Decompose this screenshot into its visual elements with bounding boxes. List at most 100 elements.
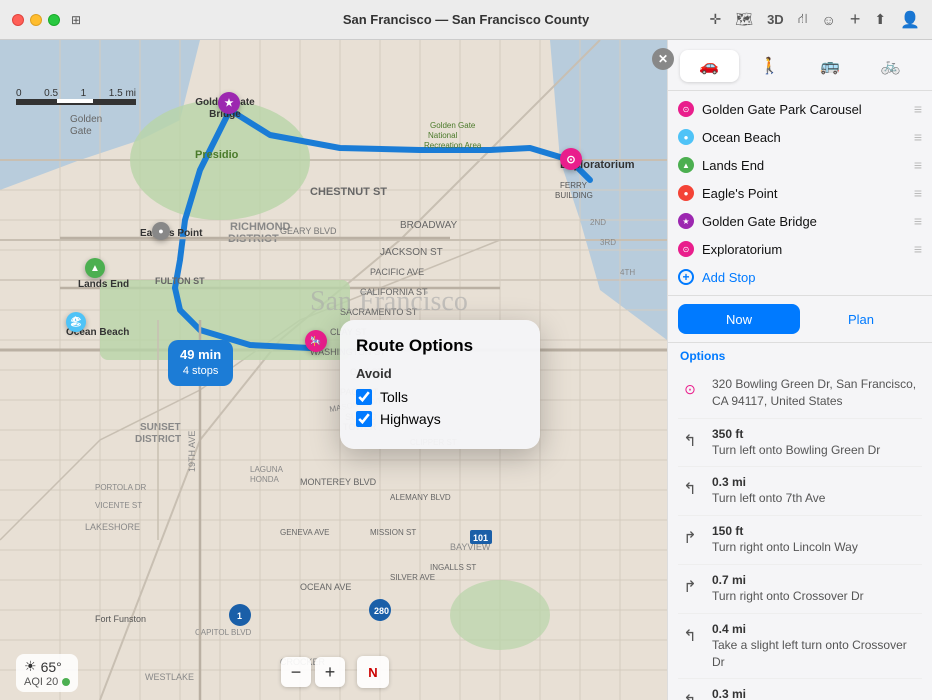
carousel-pin[interactable]: 🎠 <box>305 330 327 352</box>
drag-handle-eagles-point[interactable]: ≡ <box>914 185 922 201</box>
ocean-beach-pin[interactable]: 🏖 <box>66 312 86 332</box>
account-icon[interactable]: 👤 <box>900 10 920 30</box>
drag-handle-golden-gate-bridge[interactable]: ≡ <box>914 213 922 229</box>
stop-name-eagles-point: Eagle's Point <box>702 186 906 201</box>
svg-text:3RD: 3RD <box>600 238 616 247</box>
panel-close-button[interactable]: ✕ <box>652 48 674 70</box>
stop-dot-ocean-beach: ● <box>678 129 694 145</box>
stop-name-lands-end: Lands End <box>702 158 906 173</box>
layers-icon[interactable]: ⛙ <box>798 10 808 29</box>
maximize-button[interactable] <box>48 14 60 26</box>
direction-text-2: Turn left onto 7th Ave <box>712 490 922 507</box>
3d-label[interactable]: 3D <box>767 12 784 27</box>
stop-item-lands-end[interactable]: ▲ Lands End ≡ <box>668 151 932 179</box>
zoom-plus-button[interactable]: + <box>315 657 345 687</box>
svg-text:FERRY: FERRY <box>560 181 588 190</box>
direction-dist-6: 0.3 mi <box>712 687 922 700</box>
map-container[interactable]: FULTON ST CHESTNUT ST BROADWAY JACKSON S… <box>0 40 667 700</box>
drag-handle-carousel[interactable]: ≡ <box>914 101 922 117</box>
tab-drive[interactable]: 🚗 <box>680 50 739 82</box>
svg-text:Lands End: Lands End <box>78 279 129 290</box>
route-options-popup: Route Options Avoid Tolls Highways <box>340 320 540 449</box>
aqi-indicator <box>62 678 70 686</box>
stop-item-eagles-point[interactable]: ● Eagle's Point ≡ <box>668 179 932 207</box>
highways-checkbox[interactable] <box>356 411 372 427</box>
direction-text-1: Turn left onto Bowling Green Dr <box>712 442 922 459</box>
scale-label-05: 0.5 <box>44 88 58 99</box>
route-options-title: Route Options <box>356 336 524 356</box>
svg-text:1: 1 <box>237 611 242 621</box>
direction-content-5: 0.4 mi Take a slight left turn onto Cros… <box>712 622 922 671</box>
sidebar-toggle-icon[interactable]: ⊞ <box>68 12 84 28</box>
stop-dot-lands-end: ▲ <box>678 157 694 173</box>
traffic-lights <box>12 14 60 26</box>
svg-text:CAPITOL BLVD: CAPITOL BLVD <box>195 628 252 637</box>
svg-text:WESTLAKE: WESTLAKE <box>145 672 194 682</box>
tolls-option[interactable]: Tolls <box>356 389 524 405</box>
svg-text:SUNSET: SUNSET <box>140 422 181 433</box>
tolls-checkbox[interactable] <box>356 389 372 405</box>
tab-cycle[interactable]: 🚲 <box>862 50 921 82</box>
stop-item-exploratorium[interactable]: ⊙ Exploratorium ≡ <box>668 235 932 263</box>
golden-gate-bridge-pin[interactable]: ★ <box>218 92 240 114</box>
drag-handle-exploratorium[interactable]: ≡ <box>914 241 922 257</box>
close-button[interactable] <box>12 14 24 26</box>
drag-handle-ocean-beach[interactable]: ≡ <box>914 129 922 145</box>
svg-text:BUILDING: BUILDING <box>555 191 593 200</box>
exploratorium-pin[interactable]: ⊙ <box>560 148 582 170</box>
svg-text:MISSION ST: MISSION ST <box>370 528 416 537</box>
turn-left-icon-3: ↰ <box>678 689 702 700</box>
direction-item-3: ↱ 150 ft Turn right onto Lincoln Way <box>678 516 922 565</box>
eagles-point-pin[interactable]: ● <box>152 222 170 240</box>
temperature: 65° <box>41 659 62 675</box>
tab-transit[interactable]: 🚌 <box>801 50 860 82</box>
scale-label-0: 0 <box>16 88 22 99</box>
add-stop-icon: + <box>678 269 694 285</box>
tolls-label: Tolls <box>380 389 408 405</box>
tab-walk[interactable]: 🚶 <box>741 50 800 82</box>
stop-item-golden-gate-bridge[interactable]: ★ Golden Gate Bridge ≡ <box>668 207 932 235</box>
direction-item-address: ⊙ 320 Bowling Green Dr, San Francisco, C… <box>678 367 922 419</box>
stop-dot-golden-gate-bridge: ★ <box>678 213 694 229</box>
right-panel: ✕ 🚗 🚶 🚌 🚲 ⊙ Golden Gate Park Carousel ≡ … <box>667 40 932 700</box>
share-icon[interactable]: ⬆ <box>874 11 886 28</box>
direction-content-2: 0.3 mi Turn left onto 7th Ave <box>712 475 922 507</box>
direction-content-4: 0.7 mi Turn right onto Crossover Dr <box>712 573 922 605</box>
toolbar-right: ✛ 🗺 3D ⛙ ☺ + ⬆ 👤 <box>710 9 920 30</box>
route-time-badge[interactable]: 49 min 4 stops <box>168 340 233 386</box>
map-icon[interactable]: 🗺 <box>735 11 753 28</box>
direction-item-4: ↱ 0.7 mi Turn right onto Crossover Dr <box>678 565 922 614</box>
stop-name-carousel: Golden Gate Park Carousel <box>702 102 906 117</box>
svg-text:INGALLS ST: INGALLS ST <box>430 563 476 572</box>
svg-text:National: National <box>428 131 458 140</box>
zoom-minus-button[interactable]: − <box>281 657 311 687</box>
now-button[interactable]: Now <box>678 304 800 334</box>
svg-text:GENEVA AVE: GENEVA AVE <box>280 528 330 537</box>
svg-text:BROADWAY: BROADWAY <box>400 220 458 231</box>
svg-text:HONDA: HONDA <box>250 475 280 484</box>
lands-end-pin[interactable]: ▲ <box>85 258 105 278</box>
crosshair-icon[interactable]: ✛ <box>710 11 722 28</box>
svg-text:LAGUNA: LAGUNA <box>250 465 284 474</box>
direction-text-4: Turn right onto Crossover Dr <box>712 588 922 605</box>
drag-handle-lands-end[interactable]: ≡ <box>914 157 922 173</box>
svg-text:19TH AVE: 19TH AVE <box>187 431 197 472</box>
highways-label: Highways <box>380 411 441 427</box>
add-icon[interactable]: + <box>850 9 861 30</box>
direction-content-1: 350 ft Turn left onto Bowling Green Dr <box>712 427 922 459</box>
compass-button[interactable]: N <box>357 656 389 688</box>
svg-text:FULTON ST: FULTON ST <box>155 276 205 286</box>
stop-item-carousel[interactable]: ⊙ Golden Gate Park Carousel ≡ <box>668 95 932 123</box>
stop-item-ocean-beach[interactable]: ● Ocean Beach ≡ <box>668 123 932 151</box>
direction-item-5: ↰ 0.4 mi Take a slight left turn onto Cr… <box>678 614 922 680</box>
route-stops: 4 stops <box>183 364 218 379</box>
smiley-icon[interactable]: ☺ <box>822 12 836 28</box>
minimize-button[interactable] <box>30 14 42 26</box>
window-title: San Francisco — San Francisco County <box>343 12 589 27</box>
plan-button[interactable]: Plan <box>800 304 922 334</box>
directions-list[interactable]: ⊙ 320 Bowling Green Dr, San Francisco, C… <box>668 367 932 700</box>
scale-bar: 0 0.5 1 1.5 mi <box>16 88 136 105</box>
add-stop-button[interactable]: + Add Stop <box>668 263 932 291</box>
address-text: 320 Bowling Green Dr, San Francisco, CA … <box>712 376 922 410</box>
highways-option[interactable]: Highways <box>356 411 524 427</box>
